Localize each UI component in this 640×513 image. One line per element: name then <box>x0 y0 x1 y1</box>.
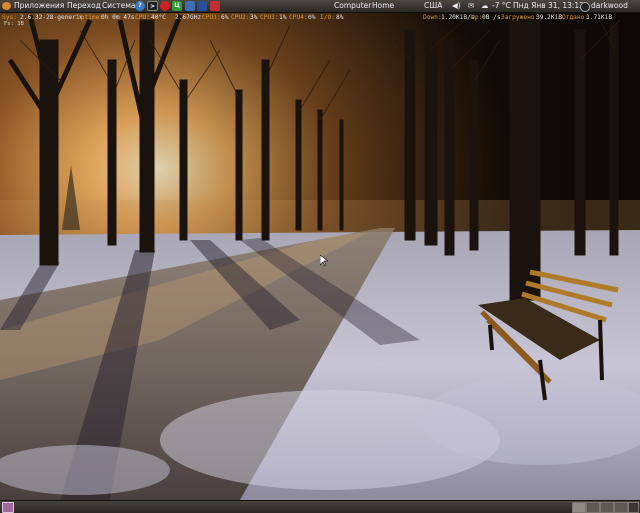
workspace-4[interactable] <box>614 502 628 513</box>
top-panel: Приложения Переход Система ? > Ц Compute… <box>0 0 640 13</box>
show-desktop-button[interactable] <box>2 502 14 513</box>
weather-icon[interactable]: ☁ <box>481 0 489 12</box>
applications-menu[interactable]: Приложения <box>14 0 64 12</box>
mail-icon[interactable]: ✉ <box>468 0 474 12</box>
cpu1-label: CPU1: <box>202 14 221 21</box>
cpu3-label: CPU3: <box>260 14 279 21</box>
clock[interactable]: Пнд Янв 31, 13:12 <box>513 0 584 12</box>
workspace-3[interactable] <box>600 502 614 513</box>
network-app-icon[interactable] <box>197 1 207 11</box>
volume-icon[interactable]: ◀) <box>452 0 461 12</box>
downloaded-label: Загружено: <box>501 14 539 21</box>
cpu1-value: 6% <box>221 14 229 21</box>
uploaded-label: Отдано: <box>562 14 589 21</box>
conky-system-monitor: Sys: 2.6.32-28-generic Uptime: 0h 0m 47s… <box>0 13 640 22</box>
trash-icon[interactable] <box>628 502 639 513</box>
uptime-value: 0h 0m 47s <box>101 14 135 21</box>
red-circle-app-icon[interactable] <box>160 1 170 11</box>
username-label[interactable]: darkwood <box>591 0 628 12</box>
places-menu[interactable]: Переход <box>67 0 101 12</box>
bittorrent-app-icon[interactable] <box>210 1 220 11</box>
sys-value: 2.6.32-28-generic <box>20 14 84 21</box>
terminal-icon[interactable]: > <box>147 1 158 11</box>
mouse-cursor-icon <box>320 255 328 267</box>
green-app-icon[interactable]: Ц <box>172 1 182 11</box>
ubuntu-logo-icon <box>2 2 11 10</box>
temperature-label[interactable]: -7 °C <box>492 0 511 12</box>
bottom-panel <box>0 500 640 513</box>
help-icon[interactable]: ? <box>135 1 145 11</box>
workspace-1[interactable] <box>572 502 586 513</box>
down-label: Down: <box>423 14 442 21</box>
uptime-label: Uptime: <box>77 14 104 21</box>
system-menu[interactable]: Система <box>102 0 135 12</box>
cpu2-label: CPU2: <box>231 14 250 21</box>
cpu4-value: 0% <box>308 14 316 21</box>
conky-fs-line: Fs: 3B <box>4 21 24 27</box>
io-value: 8% <box>336 14 344 21</box>
downloaded-value: 39.2KiB <box>536 14 563 21</box>
uploaded-value: 1.71KiB <box>586 14 613 21</box>
io-label: I/O: <box>320 14 335 21</box>
cpu-frequency: 2.67GHz <box>175 14 202 21</box>
keyboard-layout-indicator[interactable]: США <box>424 0 442 12</box>
up-label: Up: <box>471 14 483 21</box>
cpu2-value: 3% <box>250 14 258 21</box>
up-value: 0B /s <box>482 14 501 21</box>
image-app-icon[interactable] <box>185 1 195 11</box>
down-value: 1.20KiB/s <box>441 14 475 21</box>
cpu-label: CPU: <box>135 14 150 21</box>
workspace-2[interactable] <box>586 502 600 513</box>
cpu-temp: 40°C <box>151 14 166 21</box>
home-place[interactable]: Home <box>372 0 394 12</box>
cpu4-label: CPU4: <box>289 14 308 21</box>
cpu3-value: 1% <box>279 14 287 21</box>
user-avatar-icon[interactable] <box>580 2 590 12</box>
computer-place[interactable]: Computer <box>334 0 371 12</box>
